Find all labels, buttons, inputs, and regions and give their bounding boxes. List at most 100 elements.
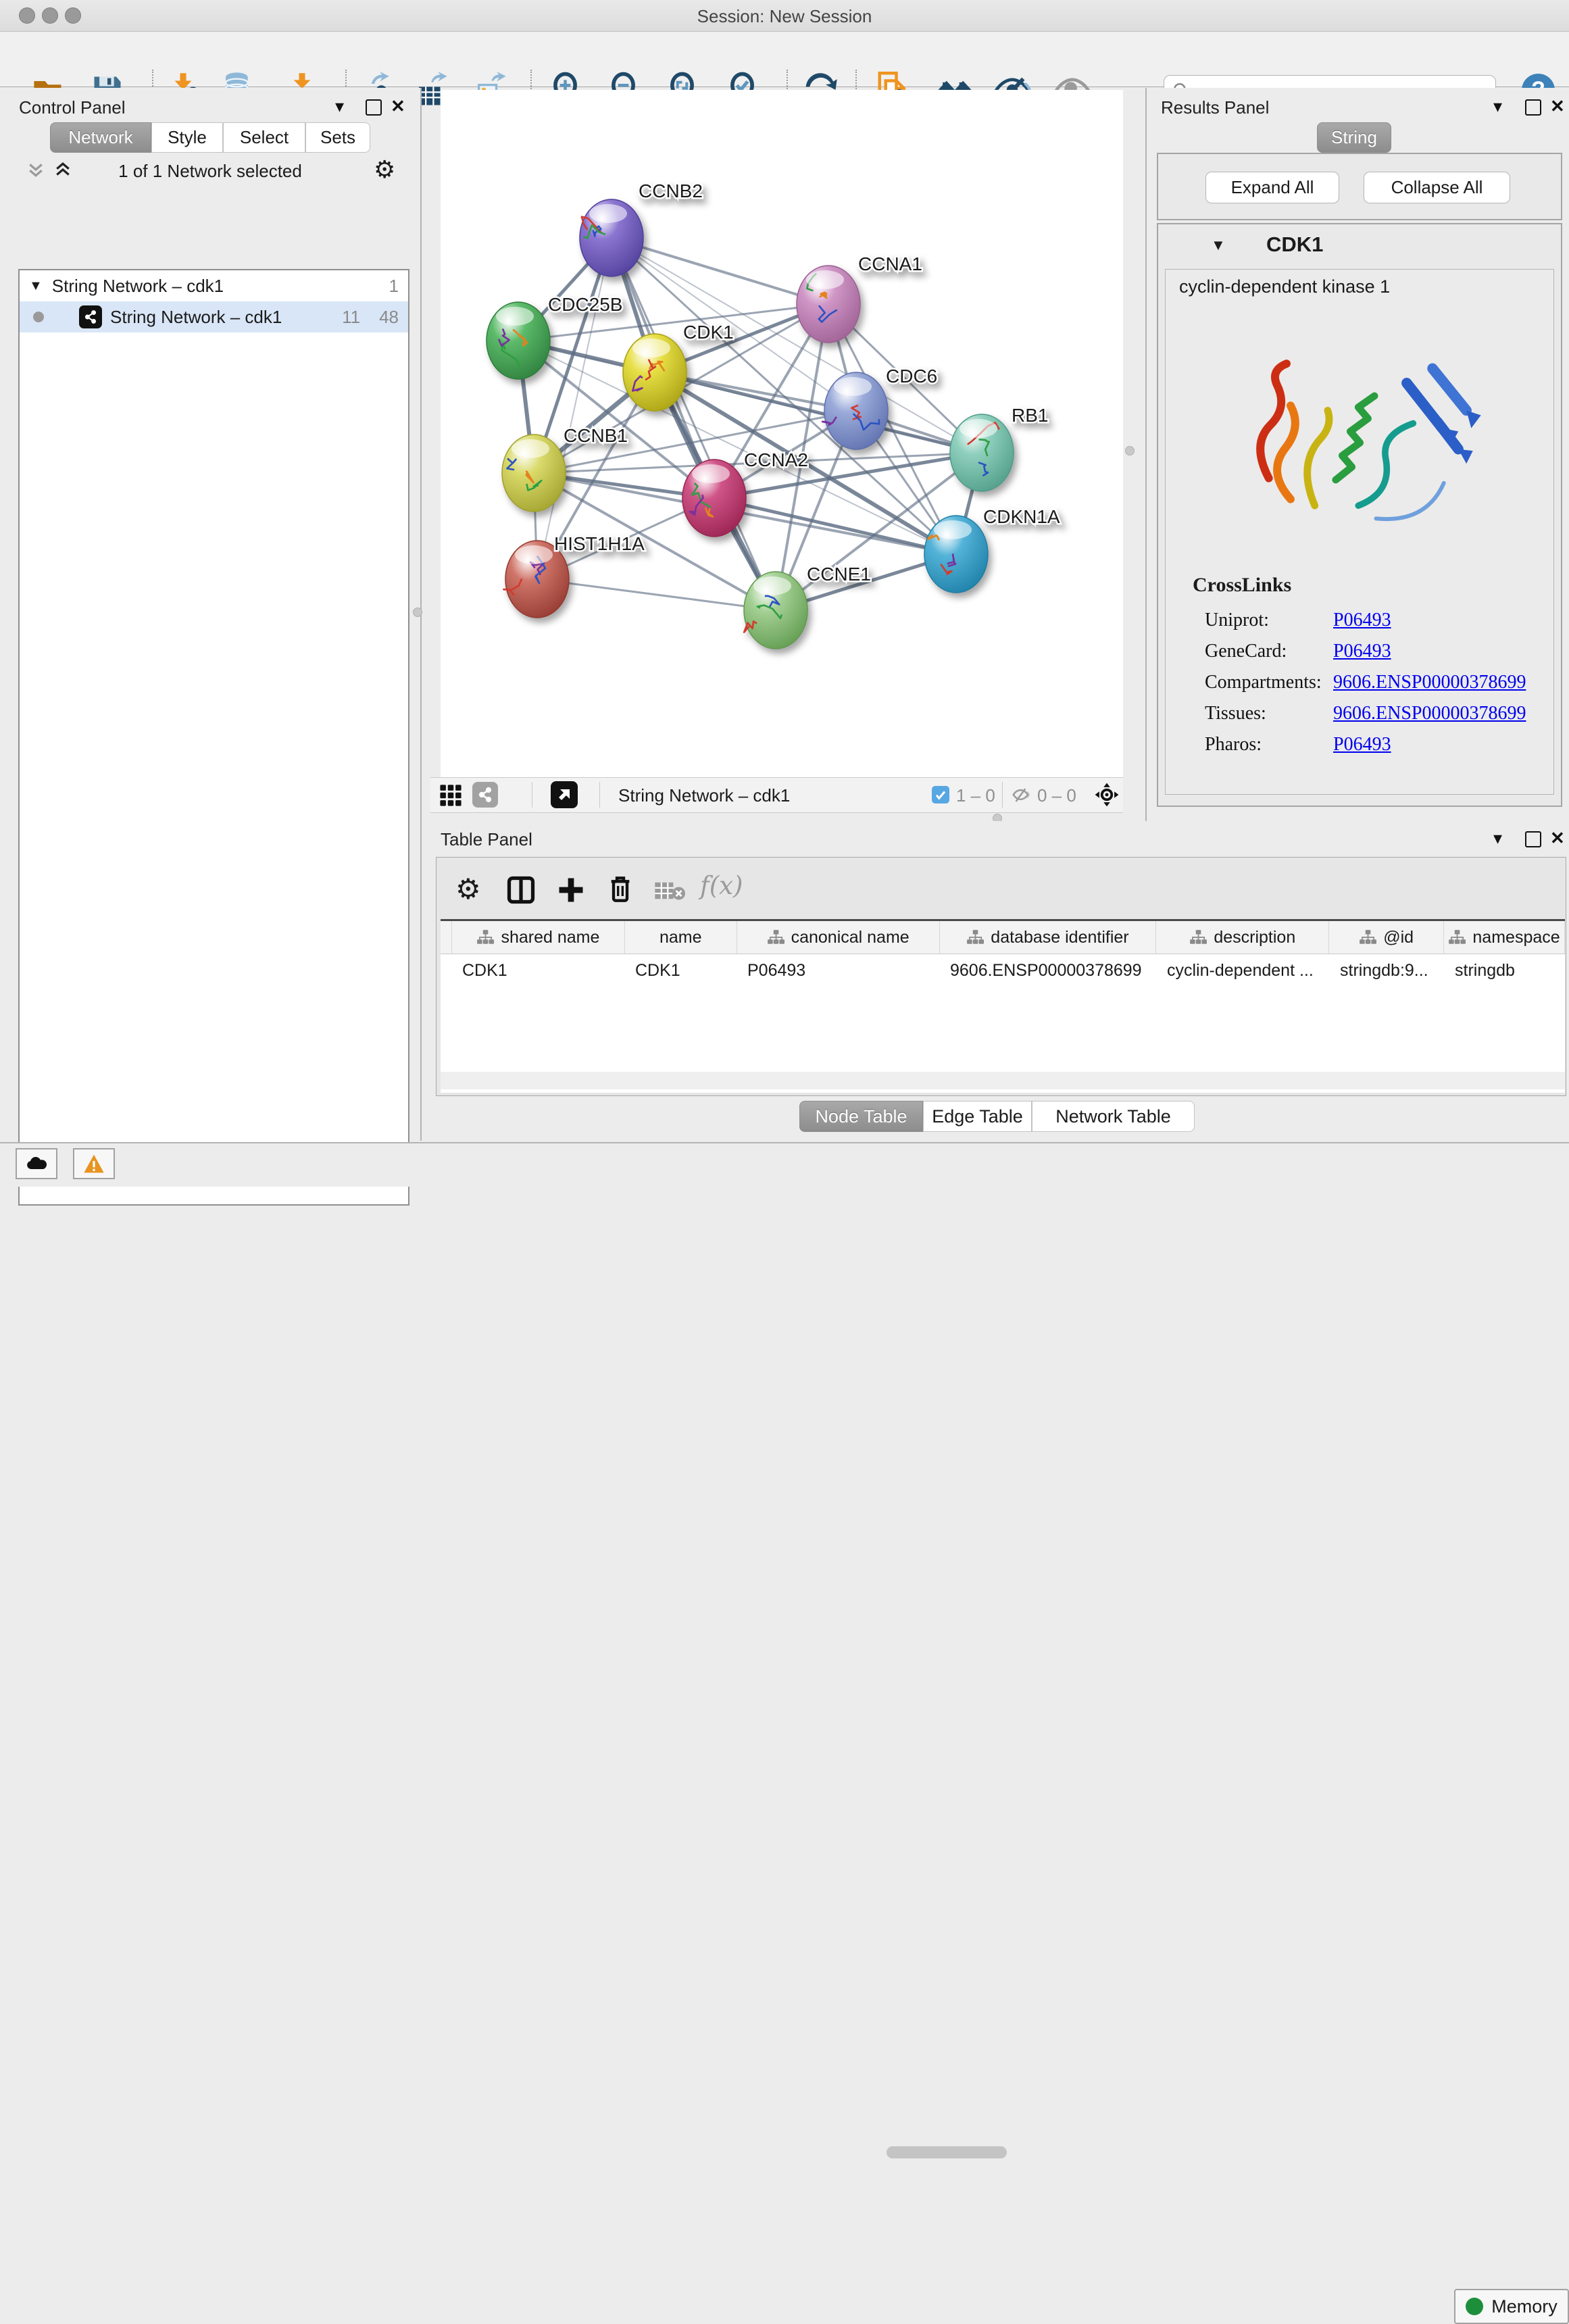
toolbar-separator: [599, 782, 600, 808]
column-type-icon: [1189, 929, 1207, 945]
network-node-CCNA2[interactable]: CCNA2: [682, 449, 808, 537]
column-header[interactable]: canonical name: [737, 921, 940, 954]
column-header[interactable]: description: [1156, 921, 1329, 954]
table-cell[interactable]: 9606.ENSP00000378699: [939, 954, 1156, 987]
network-edge[interactable]: [714, 498, 956, 554]
tab-style[interactable]: Style: [151, 122, 223, 153]
show-columns-icon[interactable]: [507, 875, 535, 905]
tab-sets[interactable]: Sets: [305, 122, 370, 153]
crosslink-link[interactable]: P06493: [1333, 641, 1391, 662]
panel-menu-icon[interactable]: ▾: [1493, 828, 1502, 849]
network-options-gear-icon[interactable]: ⚙: [374, 156, 395, 184]
crosslink-label: Compartments:: [1205, 672, 1333, 693]
collapse-all-button[interactable]: Collapse All: [1364, 172, 1510, 203]
scrollbar-thumb[interactable]: [887, 2146, 1007, 2158]
panel-float-icon[interactable]: [1525, 99, 1541, 116]
network-node-CDKN1A[interactable]: CDKN1A: [924, 506, 1060, 593]
network-node-CCNB2[interactable]: CCNB2: [580, 180, 703, 276]
column-header-label: shared name: [501, 928, 599, 947]
birds-eye-view-icon[interactable]: [551, 781, 578, 808]
grid-view-icon[interactable]: [439, 784, 462, 807]
table-row[interactable]: CDK1CDK1P064939606.ENSP00000378699cyclin…: [441, 954, 1565, 987]
splitter-handle[interactable]: [413, 608, 422, 617]
table-cell[interactable]: cyclin-dependent ...: [1156, 954, 1329, 987]
column-header[interactable]: @id: [1329, 921, 1444, 954]
column-header[interactable]: namespace: [1444, 921, 1565, 954]
network-edge[interactable]: [612, 238, 776, 610]
panel-close-icon[interactable]: ✕: [1550, 828, 1565, 849]
gene-name: CDK1: [1266, 232, 1323, 257]
network-node-CCNB1[interactable]: CCNB1: [502, 425, 628, 512]
network-row-selected[interactable]: String Network – cdk1 11 48: [20, 301, 408, 332]
column-header-label: namespace: [1472, 928, 1560, 947]
cloud-button[interactable]: [16, 1148, 57, 1179]
results-buttons-box: Expand All Collapse All: [1157, 153, 1562, 220]
tab-edge-table[interactable]: Edge Table: [923, 1101, 1032, 1132]
selected-checkbox-icon[interactable]: [932, 786, 949, 803]
main-toolbar: ?: [0, 32, 1569, 87]
network-node-CDK1[interactable]: CDK1: [623, 322, 734, 411]
tab-network[interactable]: Network: [50, 122, 151, 153]
crosslink-link[interactable]: P06493: [1333, 610, 1391, 631]
string-network-icon: [79, 305, 102, 328]
crosslink-link[interactable]: P06493: [1333, 734, 1391, 756]
delete-table-icon[interactable]: [654, 881, 685, 901]
memory-button[interactable]: Memory: [1454, 2289, 1569, 2324]
crosslink-link[interactable]: 9606.ENSP00000378699: [1333, 703, 1526, 724]
delete-column-icon[interactable]: [607, 874, 634, 905]
crosslink-row: Tissues:9606.ENSP00000378699: [1205, 698, 1543, 729]
network-node-HIST1H1A[interactable]: HIST1H1A: [503, 533, 645, 618]
edge-count: 48: [379, 307, 399, 328]
string-network-graph[interactable]: CCNB2CCNA1CDC25BCDK1CDC6RB1CCNB1CCNA2CDK…: [441, 90, 1123, 777]
column-header-label: @id: [1383, 928, 1414, 947]
fit-content-crosshair-icon[interactable]: [1094, 782, 1120, 808]
table-cell[interactable]: CDK1: [624, 954, 737, 987]
crosslink-link[interactable]: 9606.ENSP00000378699: [1333, 672, 1526, 693]
panel-menu-icon[interactable]: ▾: [335, 96, 344, 117]
crosslink-label: Tissues:: [1205, 703, 1333, 724]
network-edge[interactable]: [537, 579, 776, 610]
panel-menu-icon[interactable]: ▾: [1493, 96, 1502, 117]
table-cell[interactable]: CDK1: [451, 954, 624, 987]
table-cell[interactable]: P06493: [737, 954, 939, 987]
create-column-icon[interactable]: [557, 875, 585, 905]
warning-button[interactable]: [73, 1148, 115, 1179]
network-canvas[interactable]: CCNB2CCNA1CDC25BCDK1CDC6RB1CCNB1CCNA2CDK…: [441, 90, 1123, 777]
current-network-dot-icon: [33, 312, 44, 322]
horizontal-scrollbar[interactable]: [441, 1072, 1565, 1089]
network-edge[interactable]: [612, 238, 828, 304]
tab-string[interactable]: String: [1317, 122, 1391, 153]
panel-close-icon[interactable]: ✕: [1550, 96, 1565, 117]
tab-select[interactable]: Select: [223, 122, 305, 153]
network-edge[interactable]: [537, 238, 612, 579]
network-node-CCNE1[interactable]: CCNE1: [744, 564, 871, 649]
network-node-RB1[interactable]: RB1: [950, 405, 1048, 491]
column-header-label: canonical name: [791, 928, 910, 947]
node-label-CCNB1: CCNB1: [564, 425, 628, 446]
splitter-handle[interactable]: [1125, 446, 1135, 455]
gene-description: cyclin-dependent kinase 1: [1179, 276, 1390, 297]
table-options-gear-icon[interactable]: ⚙: [455, 872, 481, 906]
node-table[interactable]: shared name name canonical name database id…: [441, 919, 1565, 1093]
node-label-CDC6: CDC6: [886, 366, 937, 387]
collapse-triangle-icon[interactable]: ▼: [29, 278, 43, 294]
column-header[interactable]: database identifier: [940, 921, 1157, 954]
tab-node-table[interactable]: Node Table: [799, 1101, 923, 1132]
function-builder-icon[interactable]: f(x): [700, 871, 743, 900]
panel-close-icon[interactable]: ✕: [391, 96, 405, 117]
network-node-CCNA1[interactable]: CCNA1: [797, 253, 922, 343]
table-cell[interactable]: stringdb: [1444, 954, 1565, 987]
network-collection-row[interactable]: ▼ String Network – cdk1 1: [20, 270, 408, 301]
tab-network-table[interactable]: Network Table: [1032, 1101, 1195, 1132]
table-cell[interactable]: stringdb:9...: [1329, 954, 1444, 987]
string-view-icon[interactable]: [472, 782, 498, 808]
crosslink-row: Uniprot:P06493: [1205, 605, 1543, 636]
panel-float-icon[interactable]: [1525, 831, 1541, 847]
column-header[interactable]: shared name: [452, 921, 625, 954]
expand-all-button[interactable]: Expand All: [1205, 172, 1339, 203]
collapse-triangle-icon[interactable]: ▼: [1211, 237, 1226, 254]
cloud-icon: [25, 1155, 48, 1172]
column-header[interactable]: name: [625, 921, 737, 954]
panel-float-icon[interactable]: [366, 99, 382, 116]
results-panel-title: Results Panel: [1161, 97, 1269, 118]
